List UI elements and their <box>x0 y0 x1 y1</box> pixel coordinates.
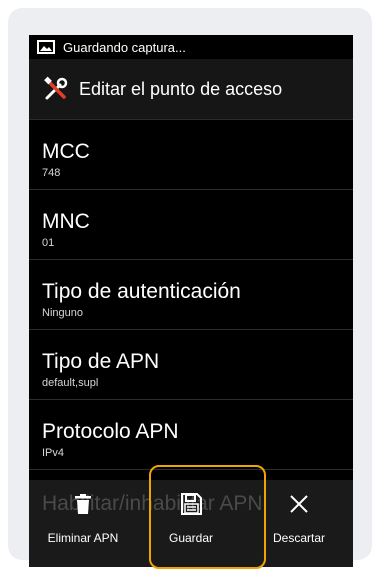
save-button[interactable]: Guardar <box>137 480 245 567</box>
setting-title: Tipo de APN <box>42 350 160 373</box>
screenshot-frame: Guardando captura... Editar el punto de … <box>0 0 382 571</box>
discard-button[interactable]: Descartar <box>245 480 353 567</box>
action-bar: Editar el punto de acceso <box>29 59 353 120</box>
setting-title: MNC <box>42 210 90 233</box>
save-label: Guardar <box>168 531 214 545</box>
apn-settings-list: MCC 748 MNC 01 Tipo de autenticación Nin… <box>29 120 353 470</box>
bottom-action-bar: Habilitar/inhabilitar APN Eliminar APN G… <box>29 480 353 567</box>
setting-value: default,supl <box>42 377 99 389</box>
delete-apn-button[interactable]: Eliminar APN <box>29 480 137 567</box>
setting-title: Protocolo APN <box>42 420 179 443</box>
phone-screen: Guardando captura... Editar el punto de … <box>29 35 353 567</box>
discard-label: Descartar <box>272 531 325 545</box>
setting-mnc[interactable]: MNC 01 <box>29 190 353 260</box>
setting-value: Ninguno <box>42 307 83 319</box>
close-icon <box>290 495 308 513</box>
tools-icon[interactable] <box>43 76 69 102</box>
setting-apn-protocol[interactable]: Protocolo APN IPv4 <box>29 400 353 470</box>
setting-apn-type[interactable]: Tipo de APN default,supl <box>29 330 353 400</box>
page-title: Editar el punto de acceso <box>79 78 283 99</box>
setting-value: 01 <box>42 237 55 249</box>
setting-title: MCC <box>42 140 90 163</box>
trash-icon <box>75 494 91 514</box>
setting-value: 748 <box>42 167 61 179</box>
delete-apn-label: Eliminar APN <box>47 531 119 545</box>
save-icon <box>181 493 202 515</box>
status-bar: Guardando captura... <box>29 35 353 59</box>
setting-value: IPv4 <box>42 447 65 459</box>
status-text: Guardando captura... <box>63 39 186 55</box>
setting-auth-type[interactable]: Tipo de autenticación Ninguno <box>29 260 353 330</box>
setting-title: Tipo de autenticación <box>42 280 241 303</box>
setting-mcc[interactable]: MCC 748 <box>29 120 353 190</box>
picture-icon <box>37 40 55 54</box>
